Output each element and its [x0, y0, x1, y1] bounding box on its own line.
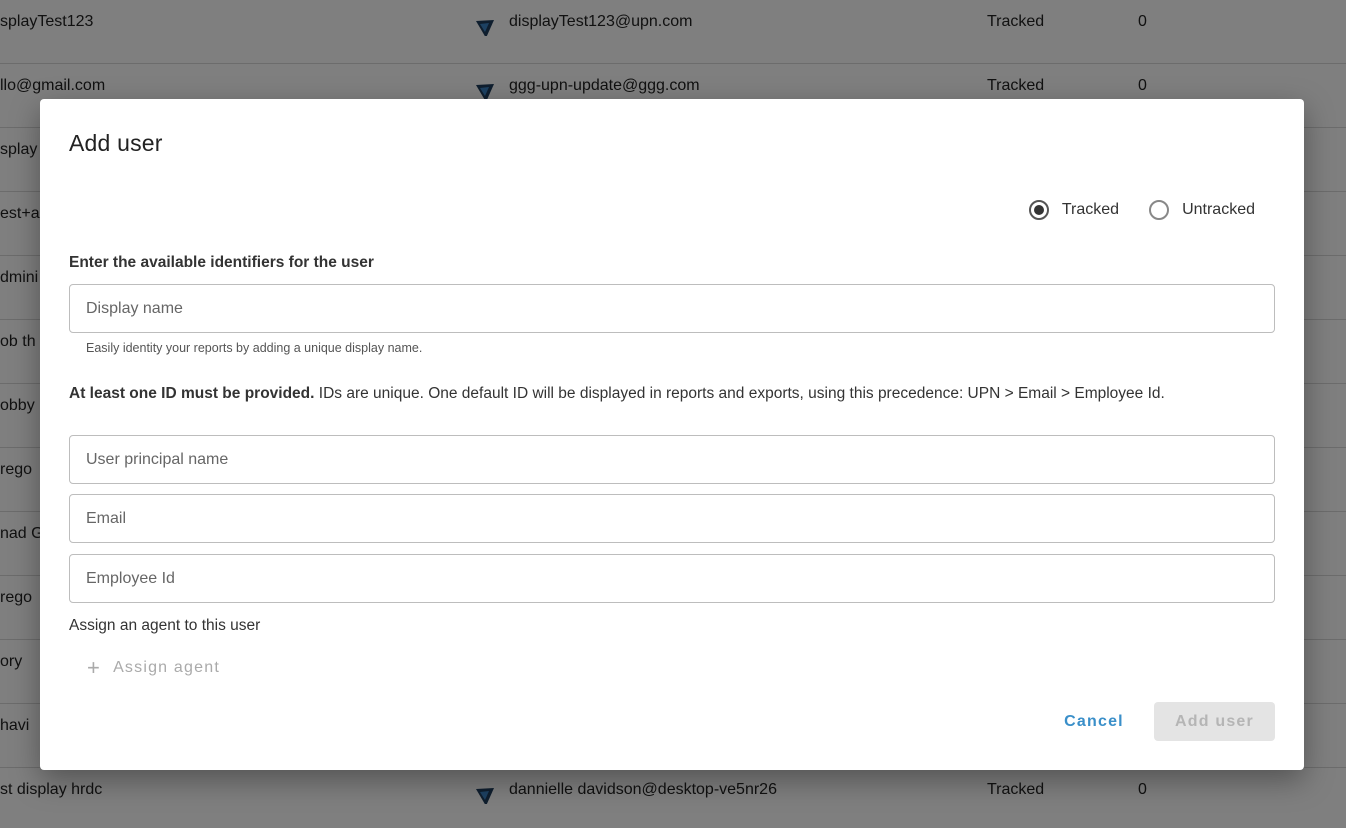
- notice-text: IDs are unique. One default ID will be d…: [314, 385, 1165, 402]
- notice-bold: At least one ID must be provided.: [69, 385, 315, 402]
- plus-icon: +: [87, 655, 102, 680]
- tracking-radio-group: Tracked Untracked: [1028, 200, 1255, 220]
- display-name-field: [69, 284, 1275, 333]
- cancel-button[interactable]: Cancel: [1050, 702, 1138, 741]
- employee-id-input[interactable]: [70, 555, 1274, 602]
- assign-agent-button[interactable]: + Assign agent: [87, 657, 220, 679]
- email-input[interactable]: [70, 495, 1274, 542]
- display-name-helper: Easily identity your reports by adding a…: [86, 341, 423, 355]
- tracked-radio[interactable]: Tracked: [1028, 200, 1120, 220]
- add-user-button[interactable]: Add user: [1154, 702, 1275, 741]
- dialog-title: Add user: [69, 130, 163, 156]
- radio-unchecked-icon: [1149, 200, 1170, 220]
- assign-agent-button-label: Assign agent: [113, 659, 220, 676]
- untracked-radio-label: Untracked: [1182, 201, 1255, 218]
- upn-input[interactable]: [70, 436, 1274, 483]
- employee-id-field: [69, 554, 1275, 603]
- assign-agent-label: Assign an agent to this user: [69, 617, 261, 634]
- identifiers-label: Enter the available identifiers for the …: [69, 254, 374, 271]
- untracked-radio[interactable]: Untracked: [1149, 200, 1255, 220]
- add-user-dialog: Add user Tracked Untracked Enter the ava…: [40, 99, 1304, 770]
- tracked-radio-label: Tracked: [1061, 201, 1120, 218]
- display-name-input[interactable]: [70, 285, 1274, 332]
- id-requirement-notice: At least one ID must be provided. IDs ar…: [69, 385, 1165, 403]
- upn-field: [69, 435, 1275, 484]
- email-field: [69, 494, 1275, 543]
- radio-checked-icon: [1028, 200, 1049, 220]
